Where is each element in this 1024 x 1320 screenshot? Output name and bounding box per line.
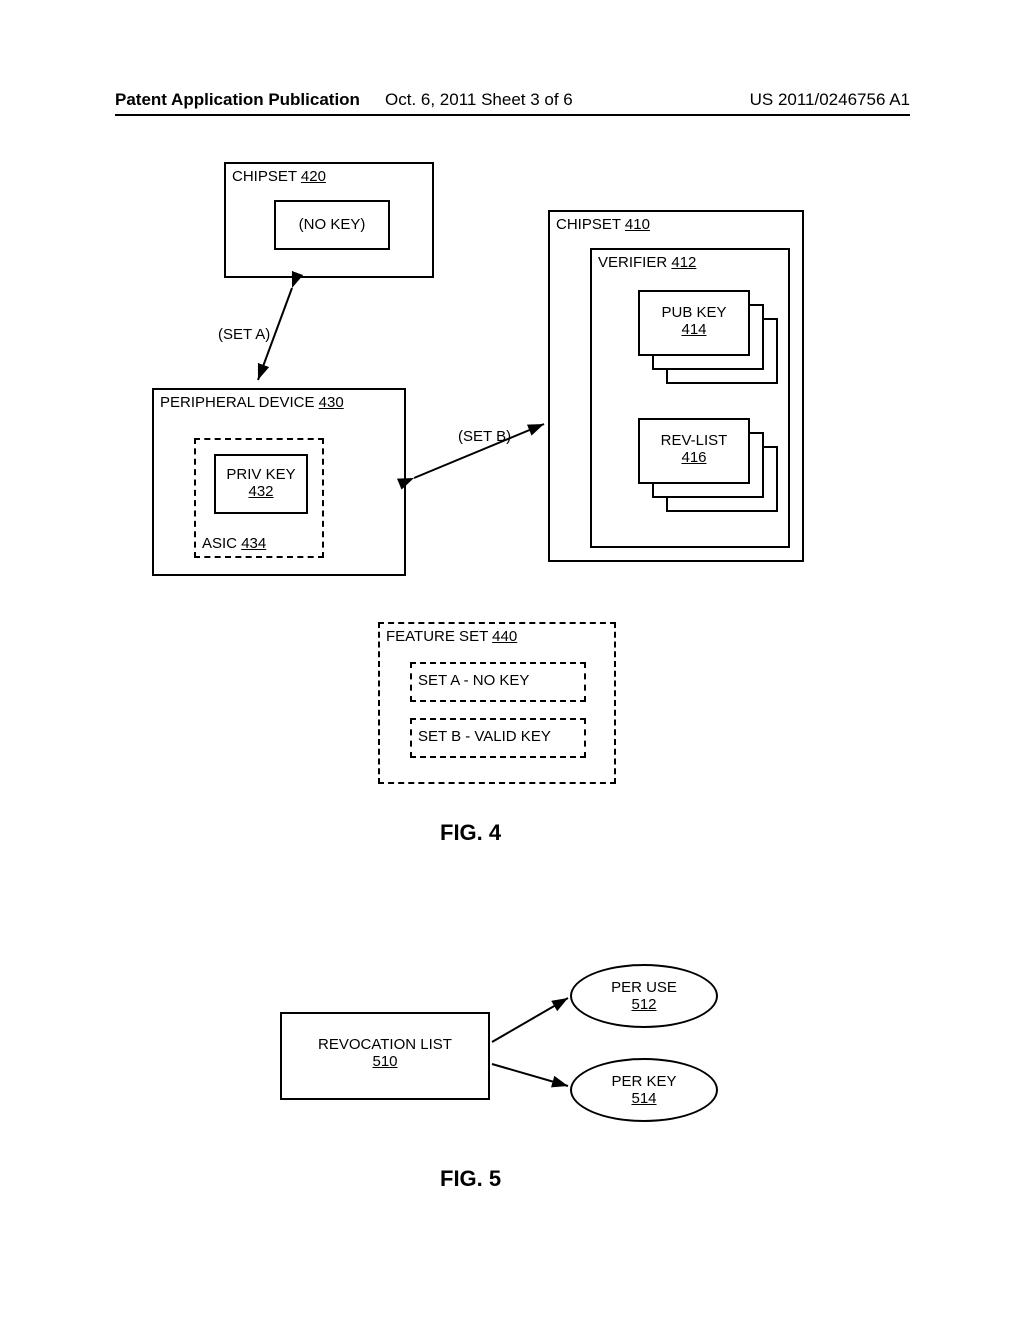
featureset-title: FEATURE SET: [386, 628, 488, 645]
revlist-title: REV-LIST: [640, 432, 748, 449]
revocation-list-box: REVOCATION LIST 510: [280, 1012, 490, 1100]
pubkey-stack: PUB KEY 414: [638, 290, 778, 386]
verifier-box: VERIFIER 412 PUB KEY 414 REV-LIST 416: [590, 248, 790, 548]
privkey-ref: 432: [222, 483, 300, 500]
featureset-ref: 440: [492, 628, 517, 645]
revocation-ref: 510: [288, 1053, 482, 1070]
chipset-420-ref: 420: [301, 168, 326, 185]
set-a-label: (SET A): [218, 326, 270, 343]
asic-label: ASIC 434: [202, 535, 266, 552]
privkey-title: PRIV KEY: [222, 466, 300, 483]
chipset-420-title: CHIPSET: [232, 168, 297, 185]
peruse-ellipse: PER USE 512: [570, 964, 718, 1028]
fig5-caption: FIG. 5: [440, 1166, 501, 1192]
chipset-410-ref: 410: [625, 216, 650, 233]
chipset-410-title: CHIPSET: [556, 216, 621, 233]
pubkey-title: PUB KEY: [640, 304, 748, 321]
verifier-title: VERIFIER: [598, 254, 667, 271]
nokey-text: (NO KEY): [299, 216, 366, 233]
privkey-box: PRIV KEY 432: [214, 454, 308, 514]
peruse-title: PER USE: [611, 979, 677, 996]
peripheral-box: PERIPHERAL DEVICE 430 PRIV KEY 432 ASIC …: [152, 388, 406, 576]
peripheral-title: PERIPHERAL DEVICE: [160, 394, 315, 411]
set-b-label: (SET B): [458, 428, 511, 445]
verifier-ref: 412: [671, 254, 696, 271]
peripheral-ref: 430: [319, 394, 344, 411]
peruse-ref: 512: [631, 996, 656, 1013]
chipset-420-box: CHIPSET 420 (NO KEY): [224, 162, 434, 278]
set-a-row: SET A - NO KEY: [410, 662, 586, 702]
chipset-410-box: CHIPSET 410 VERIFIER 412 PUB KEY 414 REV…: [548, 210, 804, 562]
revlist-stack: REV-LIST 416: [638, 418, 778, 514]
perkey-ref: 514: [631, 1090, 656, 1107]
perkey-title: PER KEY: [611, 1073, 676, 1090]
set-b-row: SET B - VALID KEY: [410, 718, 586, 758]
diagram-canvas: CHIPSET 420 (NO KEY) CHIPSET 410 VERIFIE…: [0, 0, 1024, 1320]
asic-box: PRIV KEY 432 ASIC 434: [194, 438, 324, 558]
featureset-box: FEATURE SET 440 SET A - NO KEY SET B - V…: [378, 622, 616, 784]
revlist-ref: 416: [640, 449, 748, 466]
pubkey-ref: 414: [640, 321, 748, 338]
perkey-ellipse: PER KEY 514: [570, 1058, 718, 1122]
nokey-box: (NO KEY): [274, 200, 390, 250]
revocation-title: REVOCATION LIST: [288, 1036, 482, 1053]
fig4-caption: FIG. 4: [440, 820, 501, 846]
